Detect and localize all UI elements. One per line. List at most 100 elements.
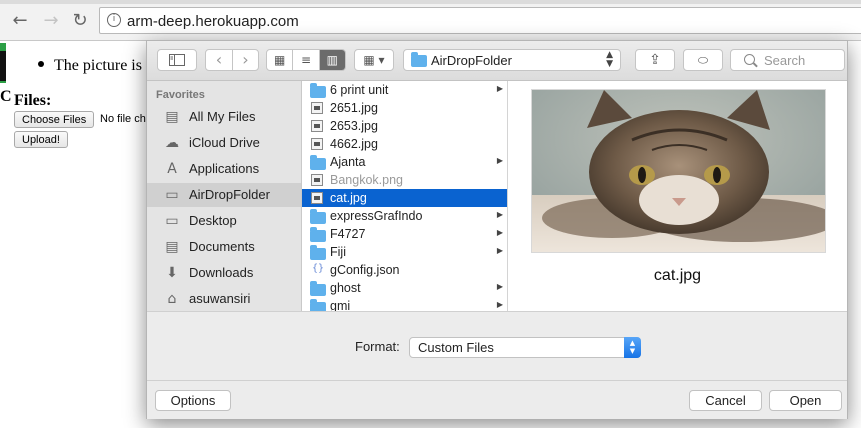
folder-icon bbox=[411, 52, 427, 67]
open-file-dialog: ‹ › ▦ ≡ ▥ ▦ ▾ AirDropFolder ▲ ▼ ⇪ ⬭ Searc… bbox=[146, 40, 848, 419]
bullet-item: The picture is bbox=[38, 57, 142, 75]
disclosure-arrow-icon: ▶ bbox=[496, 84, 503, 93]
icon-view-icon[interactable]: ▦ bbox=[267, 50, 294, 70]
file-row[interactable]: Ajanta ▶ bbox=[302, 153, 507, 171]
file-name: 6 print unit bbox=[330, 83, 389, 97]
sidebar-item-desktop[interactable]: ▭ Desktop bbox=[147, 209, 301, 233]
sidebar-item-airdropfolder[interactable]: ▭ AirDropFolder bbox=[147, 183, 301, 207]
search-input[interactable]: Search bbox=[730, 49, 845, 71]
cancel-button[interactable]: Cancel bbox=[689, 390, 762, 411]
dialog-toolbar: ‹ › ▦ ≡ ▥ ▦ ▾ AirDropFolder ▲ ▼ ⇪ ⬭ Searc… bbox=[147, 41, 847, 81]
list-view-icon[interactable]: ≡ bbox=[293, 50, 320, 70]
cut-text: C bbox=[0, 88, 12, 105]
tag-icon[interactable]: ⬭ bbox=[683, 49, 723, 71]
back-icon[interactable]: ← bbox=[10, 10, 30, 32]
forward-icon[interactable]: → bbox=[41, 10, 61, 32]
dialog-forward-icon[interactable]: › bbox=[233, 50, 258, 70]
location-label: AirDropFolder bbox=[431, 53, 512, 68]
upload-button[interactable]: Upload! bbox=[14, 131, 68, 148]
sidebar-item-applications[interactable]: A Applications bbox=[147, 157, 301, 181]
file-row[interactable]: F4727 ▶ bbox=[302, 225, 507, 243]
sidebar-item-downloads[interactable]: ⬇ Downloads bbox=[147, 261, 301, 285]
file-row[interactable]: cat.jpg bbox=[302, 189, 507, 207]
documents-icon: ▤ bbox=[165, 239, 179, 255]
image-file-icon bbox=[311, 192, 323, 204]
search-placeholder: Search bbox=[764, 53, 806, 68]
column-view-icon[interactable]: ▥ bbox=[319, 50, 345, 70]
url-text[interactable]: arm-deep.herokuapp.com bbox=[127, 13, 299, 30]
info-icon[interactable]: i bbox=[107, 13, 121, 27]
cat-preview-image bbox=[531, 89, 826, 253]
folder-icon bbox=[310, 83, 326, 98]
home-icon: ⌂ bbox=[167, 291, 177, 307]
dialog-back-icon[interactable]: ‹ bbox=[206, 50, 233, 70]
disclosure-arrow-icon: ▶ bbox=[496, 246, 503, 255]
nav-segment: ‹ › bbox=[205, 49, 259, 71]
format-value: Custom Files bbox=[418, 340, 494, 355]
updown-arrows-icon: ▲ ▼ bbox=[606, 50, 613, 69]
choose-files-button[interactable]: Choose Files bbox=[14, 111, 95, 128]
reload-icon[interactable]: ↻ bbox=[70, 10, 90, 32]
file-column: 6 print unit ▶ 2651.jpg 2653.jpg 4662.jpg Aja… bbox=[302, 81, 508, 311]
file-row[interactable]: 2653.jpg bbox=[302, 117, 507, 135]
sidebar-item-label: All My Files bbox=[189, 109, 256, 124]
folder-icon bbox=[310, 209, 326, 224]
sidebar-item-label: Downloads bbox=[189, 265, 254, 280]
list-icon: ▤ bbox=[165, 109, 179, 125]
bullet-text: The picture is bbox=[54, 57, 142, 74]
cloud-icon: ☁ bbox=[165, 135, 179, 151]
file-row[interactable]: Fiji ▶ bbox=[302, 243, 507, 261]
search-icon bbox=[744, 54, 755, 65]
folder-icon bbox=[310, 155, 326, 170]
format-select[interactable]: Custom Files ▲ ▼ bbox=[409, 337, 641, 358]
applications-icon: A bbox=[167, 161, 177, 177]
file-row[interactable]: 6 print unit ▶ bbox=[302, 81, 507, 99]
file-name: gmi bbox=[330, 299, 351, 311]
file-row[interactable]: gmi ▶ bbox=[302, 297, 507, 311]
location-popup[interactable]: AirDropFolder ▲ ▼ bbox=[403, 49, 621, 71]
options-button[interactable]: Options bbox=[155, 390, 231, 411]
image-file-icon bbox=[311, 102, 323, 114]
file-row[interactable]: 4662.jpg bbox=[302, 135, 507, 153]
sidebar-icon bbox=[169, 54, 185, 66]
image-file-icon bbox=[311, 174, 323, 186]
file-name: Fiji bbox=[330, 245, 346, 259]
image-file-icon bbox=[311, 138, 323, 150]
header-bar bbox=[0, 43, 6, 83]
file-row[interactable]: {} gConfig.json bbox=[302, 261, 507, 279]
arrange-button[interactable]: ▦ ▾ bbox=[354, 49, 394, 71]
file-row[interactable]: 2651.jpg bbox=[302, 99, 507, 117]
folder-icon bbox=[310, 245, 326, 260]
file-name: cat.jpg bbox=[330, 191, 367, 205]
sidebar-item-label: asuwansiri bbox=[189, 291, 251, 306]
sidebar-item-icloud-drive[interactable]: ☁ iCloud Drive bbox=[147, 131, 301, 155]
favorites-heading: Favorites bbox=[156, 89, 205, 101]
folder-icon bbox=[310, 281, 326, 296]
file-name: 2651.jpg bbox=[330, 101, 378, 115]
file-row[interactable]: ghost ▶ bbox=[302, 279, 507, 297]
format-label: Format: bbox=[355, 339, 400, 354]
format-bar: Format: Custom Files ▲ ▼ bbox=[147, 311, 847, 381]
sidebar-toggle-button[interactable] bbox=[157, 49, 197, 71]
preview-pane: cat.jpg bbox=[508, 81, 847, 311]
files-heading: Files: bbox=[14, 92, 52, 109]
file-name: 4662.jpg bbox=[330, 137, 378, 151]
sidebar-item-asuwansiri[interactable]: ⌂ asuwansiri bbox=[147, 287, 301, 311]
address-bar[interactable]: i arm-deep.herokuapp.com bbox=[99, 7, 861, 34]
share-icon[interactable]: ⇪ bbox=[635, 49, 675, 71]
sidebar-item-documents[interactable]: ▤ Documents bbox=[147, 235, 301, 259]
sidebar-item-all-my-files[interactable]: ▤ All My Files bbox=[147, 105, 301, 129]
file-row[interactable]: Bangkok.png bbox=[302, 171, 507, 189]
browser-toolbar: ← → ↻ i arm-deep.herokuapp.com bbox=[0, 0, 861, 41]
disclosure-arrow-icon: ▶ bbox=[496, 210, 503, 219]
disclosure-arrow-icon: ▶ bbox=[496, 228, 503, 237]
disclosure-arrow-icon: ▶ bbox=[496, 282, 503, 291]
sidebar-item-label: Documents bbox=[189, 239, 255, 254]
json-file-icon: {} bbox=[312, 263, 325, 274]
desktop-icon: ▭ bbox=[165, 213, 179, 229]
file-row[interactable]: expressGrafIndo ▶ bbox=[302, 207, 507, 225]
sidebar-item-label: Applications bbox=[189, 161, 260, 176]
file-name: Ajanta bbox=[330, 155, 366, 169]
file-name: expressGrafIndo bbox=[330, 209, 423, 223]
open-button[interactable]: Open bbox=[769, 390, 842, 411]
